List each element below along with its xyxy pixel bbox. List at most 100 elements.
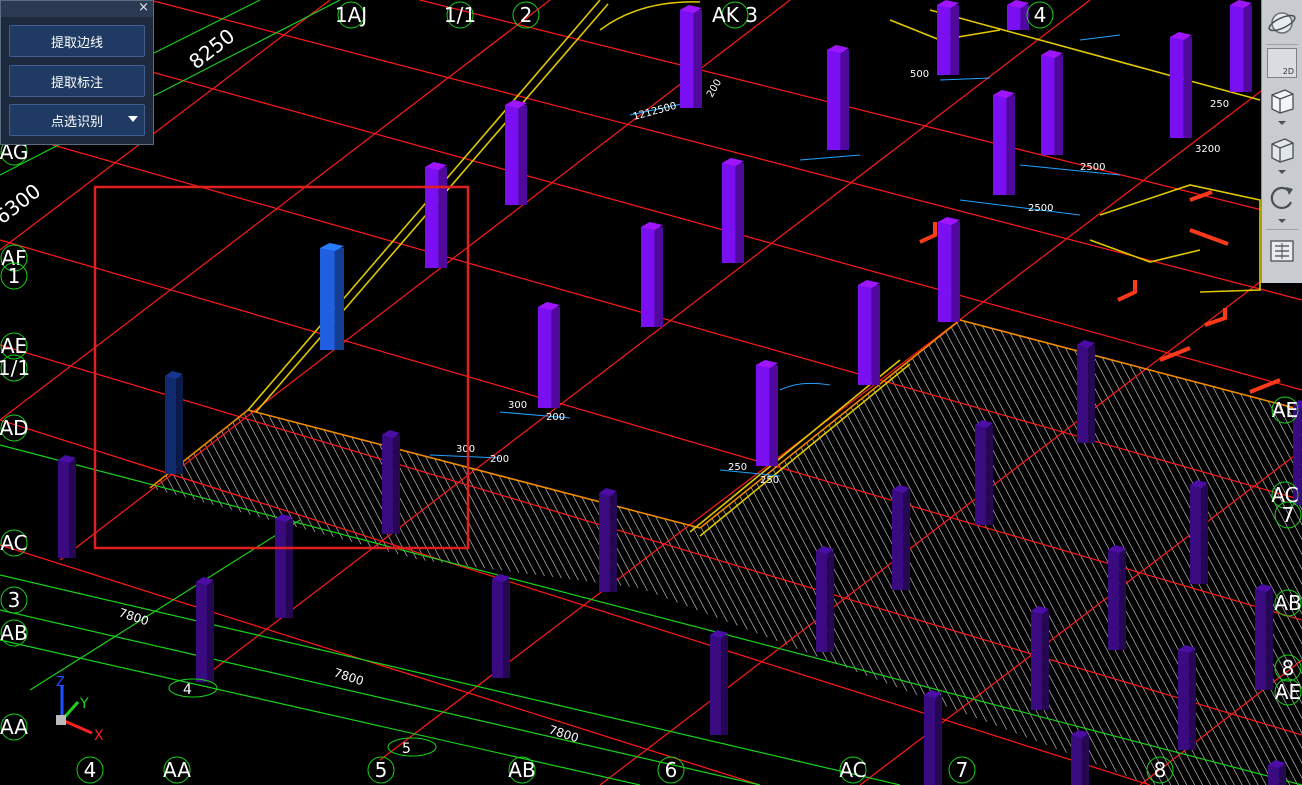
view-2d-label: 2D bbox=[1282, 67, 1294, 76]
axis-bubble-floating: 5 bbox=[387, 737, 437, 757]
chevron-down-icon[interactable] bbox=[1278, 170, 1286, 174]
toolbar-separator bbox=[1266, 229, 1298, 230]
point-identify-label: 点选识别 bbox=[50, 114, 103, 130]
dimension-label-small: 500 bbox=[910, 69, 929, 80]
structural-column[interactable] bbox=[425, 162, 447, 268]
svg-text:5: 5 bbox=[375, 758, 388, 782]
axis-bubble-top: 1AJ bbox=[335, 1, 367, 29]
structural-column[interactable] bbox=[641, 222, 663, 327]
axis-bubble-bottom: AA bbox=[163, 756, 191, 784]
structural-column[interactable] bbox=[892, 485, 910, 590]
view-3d-icon[interactable] bbox=[1267, 85, 1297, 115]
dimension-label-small: 2500 bbox=[1028, 203, 1053, 214]
svg-text:AE: AE bbox=[1275, 680, 1301, 704]
dimension-label-small: 300 bbox=[456, 444, 475, 455]
layer-list-icon[interactable] bbox=[1267, 236, 1297, 266]
svg-text:AE: AE bbox=[1, 334, 27, 358]
structural-column[interactable] bbox=[710, 630, 728, 735]
svg-text:2: 2 bbox=[520, 3, 533, 27]
axis-bubble-left: AD bbox=[0, 414, 29, 442]
axis-bubble-bottom: 4 bbox=[76, 756, 104, 784]
structural-column[interactable] bbox=[505, 100, 527, 205]
structural-column[interactable] bbox=[599, 488, 617, 592]
extract-edge-button[interactable]: 提取边线 bbox=[9, 25, 145, 57]
structural-column[interactable] bbox=[827, 45, 849, 150]
structural-column[interactable] bbox=[538, 302, 560, 408]
structural-column[interactable] bbox=[58, 455, 76, 558]
view-box-icon[interactable] bbox=[1267, 134, 1297, 164]
structural-column[interactable] bbox=[993, 90, 1015, 195]
cad-3d-viewport[interactable]: 8250 6300 7800 7800 7800 300 200 300 200 250 250 50… bbox=[0, 0, 1302, 785]
structural-column[interactable] bbox=[1041, 50, 1063, 155]
structural-column[interactable] bbox=[937, 0, 959, 75]
view-2d-icon[interactable]: 2D bbox=[1267, 48, 1297, 78]
structural-column[interactable] bbox=[1255, 584, 1273, 690]
structural-column[interactable] bbox=[722, 158, 744, 263]
close-icon[interactable]: × bbox=[138, 0, 149, 16]
svg-text:AE: AE bbox=[1272, 398, 1298, 422]
structural-column[interactable] bbox=[858, 280, 880, 385]
structural-column[interactable] bbox=[1178, 645, 1196, 750]
structural-column[interactable] bbox=[1077, 340, 1095, 443]
structural-column[interactable] bbox=[196, 577, 214, 682]
structural-column[interactable] bbox=[1170, 32, 1192, 138]
svg-text:AK 3: AK 3 bbox=[712, 3, 758, 27]
svg-text:8: 8 bbox=[1154, 758, 1167, 782]
svg-text:AB: AB bbox=[0, 621, 27, 645]
dimension-label-small: 250 bbox=[728, 462, 747, 473]
rotate-icon[interactable] bbox=[1267, 182, 1297, 212]
dimension-label-span: 7800 bbox=[547, 723, 580, 746]
dimension-label-small: 2500 bbox=[1080, 162, 1105, 173]
axis-bubble-bottom: 7 bbox=[948, 756, 976, 784]
structural-column[interactable] bbox=[382, 430, 400, 534]
axis-bubble-right: AE bbox=[1271, 396, 1299, 424]
toolbar-separator bbox=[1266, 44, 1298, 45]
svg-text:6: 6 bbox=[665, 758, 678, 782]
axis-bubble-bottom: 6 bbox=[657, 756, 685, 784]
structural-column[interactable] bbox=[924, 690, 942, 785]
svg-text:AC: AC bbox=[839, 758, 866, 782]
structural-column[interactable] bbox=[756, 360, 778, 466]
svg-text:AC: AC bbox=[0, 531, 27, 555]
extract-annotation-button[interactable]: 提取标注 bbox=[9, 65, 145, 97]
svg-text:AA: AA bbox=[163, 758, 191, 782]
structural-column[interactable] bbox=[1190, 480, 1208, 584]
axis-bubble-floating: 4 bbox=[168, 678, 218, 698]
model-canvas[interactable]: 8250630078007800780030020030020025025050… bbox=[0, 0, 1302, 785]
structural-column[interactable] bbox=[938, 217, 960, 322]
structural-column[interactable] bbox=[1230, 0, 1252, 92]
svg-text:AA: AA bbox=[0, 715, 28, 739]
svg-text:1AJ: 1AJ bbox=[335, 3, 367, 27]
point-identify-button[interactable]: 点选识别 bbox=[9, 104, 145, 136]
axis-bubble-left: AC bbox=[0, 529, 28, 557]
structural-column[interactable] bbox=[816, 546, 834, 652]
axis-bubble-left: AB bbox=[0, 619, 28, 647]
axis-bubble-left: AA bbox=[0, 713, 28, 741]
chevron-down-icon[interactable] bbox=[1278, 219, 1286, 223]
structural-column[interactable] bbox=[1108, 545, 1126, 650]
structural-column[interactable] bbox=[492, 574, 510, 678]
chevron-down-icon[interactable] bbox=[1278, 121, 1286, 125]
structural-column[interactable] bbox=[1071, 730, 1089, 785]
structural-column[interactable] bbox=[975, 420, 993, 525]
structural-column[interactable] bbox=[275, 514, 293, 618]
svg-text:4: 4 bbox=[183, 682, 192, 698]
structural-column[interactable] bbox=[320, 243, 344, 350]
axis-bubble-top: 4 bbox=[1026, 1, 1054, 29]
chevron-down-icon[interactable] bbox=[128, 116, 138, 122]
svg-text:4: 4 bbox=[1034, 3, 1047, 27]
orbit-icon[interactable] bbox=[1267, 8, 1297, 38]
svg-text:3: 3 bbox=[8, 588, 21, 612]
structural-column[interactable] bbox=[1007, 0, 1029, 30]
structural-column[interactable] bbox=[165, 371, 183, 474]
panel-title-bar[interactable]: × bbox=[1, 0, 153, 17]
svg-text:5: 5 bbox=[402, 741, 411, 757]
structural-column[interactable] bbox=[1031, 606, 1049, 710]
structural-column[interactable] bbox=[1268, 760, 1286, 785]
axis-bubble-left: 3 bbox=[0, 586, 28, 614]
ucs-z-label: Z bbox=[56, 675, 65, 690]
svg-text:1/1: 1/1 bbox=[0, 356, 30, 380]
dimension-label-small: 3200 bbox=[1195, 144, 1220, 155]
axis-bubble-left: 1 bbox=[0, 262, 28, 290]
structural-column[interactable] bbox=[680, 5, 702, 108]
